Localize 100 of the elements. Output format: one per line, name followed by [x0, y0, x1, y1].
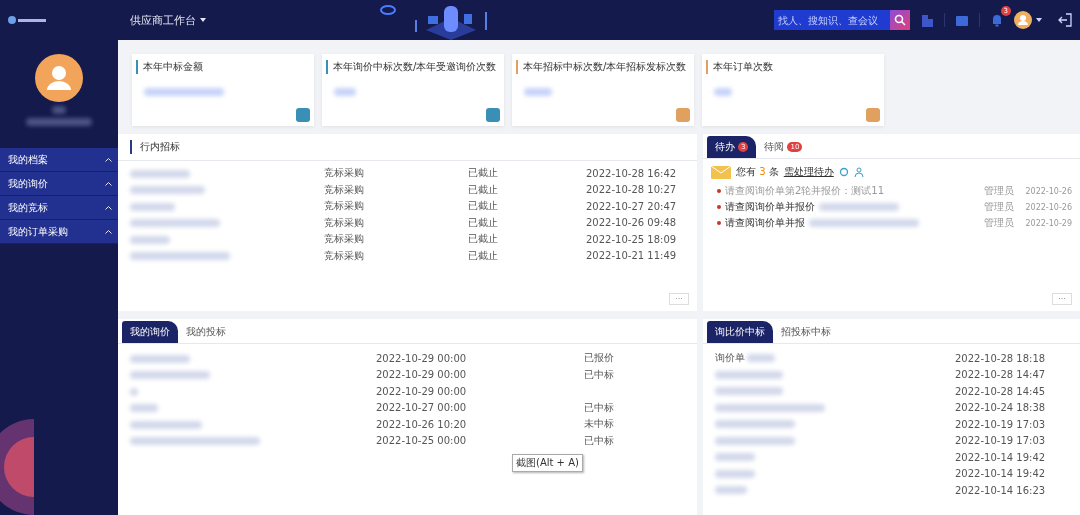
table-cell: 已报价	[584, 352, 614, 364]
table-cell-text: 已截止	[468, 182, 499, 197]
tab[interactable]: 招投标中标	[773, 321, 839, 343]
todo-link[interactable]: 需处理待办	[783, 165, 834, 179]
table-cell-text: 2022-10-27 00:00	[376, 402, 468, 414]
bullet-icon	[717, 221, 721, 225]
more-button[interactable]: ···	[669, 293, 689, 305]
blurred-text	[747, 354, 775, 363]
tab[interactable]: 询比价中标	[707, 321, 773, 343]
todo-date: 2022-10-26	[1025, 202, 1072, 212]
card-icon	[486, 108, 500, 122]
blurred-text	[130, 354, 190, 363]
caret-icon[interactable]	[200, 18, 206, 22]
search-icon	[894, 14, 906, 26]
panel-title: 行内招标	[130, 140, 180, 154]
stat-title: 本年中标金额	[136, 60, 310, 74]
table-cell-text: 2022-10-28 16:42	[586, 167, 678, 179]
blurred-text	[715, 370, 783, 379]
todo-summary: 您有 3 条	[736, 165, 779, 179]
user-avatar-icon[interactable]	[1014, 11, 1032, 29]
table-cell: 未中标	[584, 418, 614, 430]
table-cell-text: 已截止	[468, 248, 499, 263]
blurred-text	[26, 118, 92, 126]
todo-author: 管理员	[983, 184, 1014, 198]
table-cell-text: 2022-10-19 17:03	[955, 435, 1047, 447]
table-cell-text: 2022-10-25 00:00	[376, 435, 468, 447]
table-cell-text: 竞标采购	[324, 232, 365, 247]
table-cell: 询价单	[715, 351, 745, 366]
blurred-text	[715, 387, 783, 396]
table-cell-text: 2022-10-28 10:27	[586, 184, 678, 196]
folder-icon[interactable]	[955, 13, 969, 27]
todo-date: 2022-10-29	[1025, 218, 1072, 228]
todo-author: 管理员	[983, 216, 1014, 230]
table-cell-text: 竞标采购	[324, 248, 365, 263]
blurred-text	[715, 453, 755, 462]
more-button[interactable]: ···	[1052, 293, 1072, 305]
bullet-icon	[717, 189, 721, 193]
caret-icon[interactable]	[1036, 18, 1042, 22]
table-cell-text: 已截止	[468, 215, 499, 230]
stat-title: 本年询价中标次数/本年受邀询价次数	[326, 60, 500, 74]
table-cell: 已中标	[584, 434, 614, 446]
table-cell-text: 竞标采购	[324, 199, 365, 214]
blurred-text	[130, 202, 175, 211]
blurred-text	[715, 469, 755, 478]
sidebar-item[interactable]: 我的询价	[0, 172, 118, 196]
blurred-text	[52, 106, 66, 114]
card-icon	[676, 108, 690, 122]
stat-title: 本年订单次数	[706, 60, 880, 74]
tab[interactable]: 我的投标	[178, 321, 234, 343]
table-cell-text: 2022-10-14 19:42	[955, 468, 1047, 480]
table-cell-text: 2022-10-28 14:45	[955, 385, 1047, 397]
sidebar-item[interactable]: 我的档案	[0, 148, 118, 172]
table-cell-text: 2022-10-21 11:49	[586, 250, 678, 262]
table-cell-text: 2022-10-29 00:00	[376, 352, 468, 364]
workspace-title[interactable]: 供应商工作台	[130, 12, 196, 28]
table-cell-text: 竞标采购	[324, 166, 365, 181]
blurred-text	[130, 420, 202, 429]
tab[interactable]: 我的询价	[122, 321, 178, 343]
table-cell-text: 竞标采购	[324, 182, 365, 197]
blurred-text	[714, 88, 732, 96]
logout-icon[interactable]	[1058, 13, 1072, 27]
table-cell-text: 已截止	[468, 232, 499, 247]
table-cell: 已中标	[584, 401, 614, 413]
person-icon[interactable]	[853, 167, 864, 177]
avatar-icon	[35, 54, 83, 102]
todo-link[interactable]: 请查阅询价单并报	[725, 216, 805, 230]
todo-author: 管理员	[983, 200, 1014, 214]
blurred-text	[130, 404, 158, 413]
logo-icon	[8, 16, 48, 24]
table-cell-text: 2022-10-29 00:00	[376, 369, 468, 381]
blurred-text	[715, 486, 747, 495]
sidebar-item[interactable]: 我的订单采购	[0, 220, 118, 244]
blurred-text	[334, 88, 356, 96]
table-cell-text: 2022-10-27 20:47	[586, 200, 678, 212]
envelope-icon	[711, 165, 731, 179]
table-cell-text: 2022-10-28 14:47	[955, 369, 1047, 381]
table-cell-text: 2022-10-24 18:38	[955, 402, 1047, 414]
table-cell-text: 2022-10-19 17:03	[955, 418, 1047, 430]
tooltip: 截图(Alt + A)	[512, 454, 583, 472]
table-cell-text: 2022-10-26 10:20	[376, 418, 468, 430]
bullet-icon	[717, 205, 721, 209]
blurred-text	[130, 235, 170, 244]
card-icon	[296, 108, 310, 122]
table-cell-text: 已截止	[468, 166, 499, 181]
building-icon[interactable]	[920, 13, 934, 27]
notification-bell-icon[interactable]	[990, 13, 1004, 27]
table-cell-text: 2022-10-25 18:09	[586, 233, 678, 245]
card-icon	[866, 108, 880, 122]
blurred-text	[130, 387, 138, 396]
table-cell-text: 已截止	[468, 199, 499, 214]
blurred-text	[524, 88, 552, 96]
table-cell-text: 2022-10-28 18:18	[955, 352, 1047, 364]
table-cell-text: 2022-10-14 19:42	[955, 451, 1047, 463]
table-cell-text: 2022-10-26 09:48	[586, 217, 678, 229]
search-button[interactable]	[890, 10, 910, 30]
blurred-text	[130, 169, 190, 178]
refresh-icon[interactable]	[838, 167, 849, 177]
todo-link[interactable]: 请查阅询价单并报价	[725, 200, 815, 214]
sidebar-item[interactable]: 我的竞标	[0, 196, 118, 220]
todo-date: 2022-10-26	[1025, 186, 1072, 196]
